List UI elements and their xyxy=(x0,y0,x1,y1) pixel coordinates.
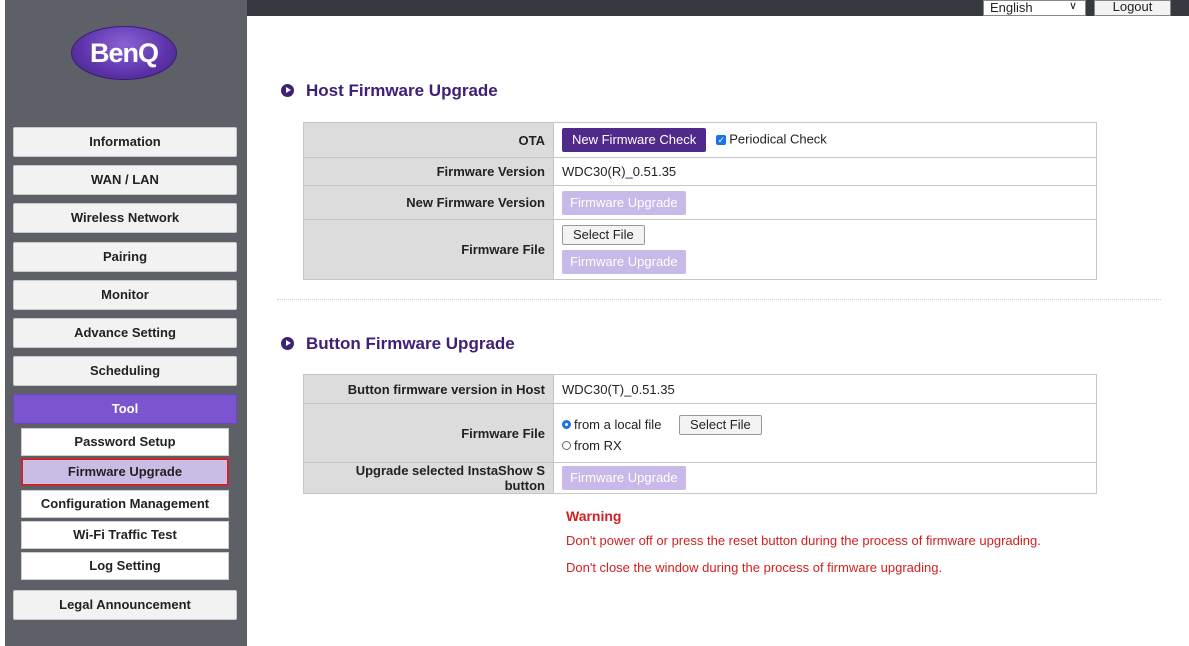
upgrade-button-row: Upgrade selected InstaShow S button Firm… xyxy=(303,462,1097,494)
firmware-file-row: Firmware File Select File Firmware Upgra… xyxy=(303,219,1097,280)
button-title-text: Button Firmware Upgrade xyxy=(306,334,515,353)
warning-line-1: Don't power off or press the reset butto… xyxy=(566,533,1041,548)
sidebar-item-advance-setting[interactable]: Advance Setting xyxy=(13,318,237,348)
language-value: English xyxy=(990,0,1033,15)
firmware-version-label: Firmware Version xyxy=(303,157,554,186)
firmware-file-cell: Select File Firmware Upgrade xyxy=(553,219,1097,280)
button-firmware-file-label: Firmware File xyxy=(303,403,554,463)
upgrade-instashow-cell: Firmware Upgrade xyxy=(553,462,1097,494)
sidebar-item-scheduling[interactable]: Scheduling xyxy=(13,356,237,386)
button-version-value: WDC30(T)_0.51.35 xyxy=(553,374,1097,404)
select-file-button-host[interactable]: Select File xyxy=(562,225,645,245)
ota-cell: New Firmware Check ✓ Periodical Check xyxy=(553,122,1097,158)
sidebar-item-legal-announcement[interactable]: Legal Announcement xyxy=(13,590,237,620)
radio-local-file-label: from a local file xyxy=(574,417,662,432)
firmware-file-label: Firmware File xyxy=(303,219,554,280)
sidebar-item-wireless-network[interactable]: Wireless Network xyxy=(13,203,237,233)
sidebar-item-wan-lan[interactable]: WAN / LAN xyxy=(13,165,237,195)
firmware-upgrade-button-ota[interactable]: Firmware Upgrade xyxy=(562,190,686,215)
select-file-button-button[interactable]: Select File xyxy=(679,415,762,435)
firmware-version-value: WDC30(R)_0.51.35 xyxy=(553,157,1097,186)
upgrade-instashow-label: Upgrade selected InstaShow S button xyxy=(303,462,554,494)
radio-local-file[interactable] xyxy=(562,420,571,430)
radio-from-rx[interactable] xyxy=(562,441,571,451)
benq-logo: BenQ xyxy=(71,26,177,80)
button-section-title: Button Firmware Upgrade xyxy=(281,334,515,354)
section-divider xyxy=(277,299,1161,300)
periodical-check-label: Periodical Check xyxy=(729,131,827,147)
button-firmware-file-row: Firmware File from a local file Select F… xyxy=(303,403,1097,463)
radio-from-rx-label: from RX xyxy=(574,438,622,453)
button-firmware-table: Button firmware version in Host WDC30(T)… xyxy=(303,374,1097,494)
button-version-label: Button firmware version in Host xyxy=(303,374,554,404)
new-firmware-version-cell: Firmware Upgrade xyxy=(553,185,1097,220)
host-title-text: Host Firmware Upgrade xyxy=(306,81,498,100)
button-firmware-file-cell: from a local file Select File from RX xyxy=(553,403,1097,463)
sidebar-item-information[interactable]: Information xyxy=(13,127,237,157)
warning-line-2: Don't close the window during the proces… xyxy=(566,560,943,575)
new-firmware-check-button[interactable]: New Firmware Check xyxy=(562,128,707,152)
submenu-password-setup[interactable]: Password Setup xyxy=(21,428,229,456)
firmware-upgrade-button-file[interactable]: Firmware Upgrade xyxy=(562,250,686,274)
new-firmware-version-row: New Firmware Version Firmware Upgrade xyxy=(303,185,1097,220)
host-firmware-table: OTA New Firmware Check ✓ Periodical Check … xyxy=(303,122,1097,280)
sidebar-item-tool[interactable]: Tool xyxy=(13,394,237,424)
host-section-title: Host Firmware Upgrade xyxy=(281,81,498,101)
ota-row: OTA New Firmware Check ✓ Periodical Check xyxy=(303,122,1097,158)
submenu-firmware-upgrade[interactable]: Firmware Upgrade xyxy=(21,458,229,486)
button-version-row: Button firmware version in Host WDC30(T)… xyxy=(303,374,1097,404)
new-firmware-version-label: New Firmware Version xyxy=(303,185,554,220)
bullet-play-icon xyxy=(281,337,294,350)
warning-title: Warning xyxy=(566,508,622,524)
submenu-log-setting[interactable]: Log Setting xyxy=(21,552,229,580)
chevron-down-icon: ∨ xyxy=(1068,0,1077,12)
firmware-version-row: Firmware Version WDC30(R)_0.51.35 xyxy=(303,157,1097,186)
sidebar-item-monitor[interactable]: Monitor xyxy=(13,280,237,310)
logout-button[interactable]: Logout xyxy=(1094,0,1171,16)
sidebar-item-pairing[interactable]: Pairing xyxy=(13,242,237,272)
submenu-wifi-traffic-test[interactable]: Wi-Fi Traffic Test xyxy=(21,521,229,549)
firmware-upgrade-button-instashow[interactable]: Firmware Upgrade xyxy=(562,466,686,490)
submenu-configuration-management[interactable]: Configuration Management xyxy=(21,490,229,518)
ota-label: OTA xyxy=(303,122,554,158)
language-select[interactable]: English ∨ xyxy=(983,0,1086,16)
bullet-play-icon xyxy=(281,84,294,97)
periodical-check-checkbox[interactable]: ✓ xyxy=(716,135,727,145)
